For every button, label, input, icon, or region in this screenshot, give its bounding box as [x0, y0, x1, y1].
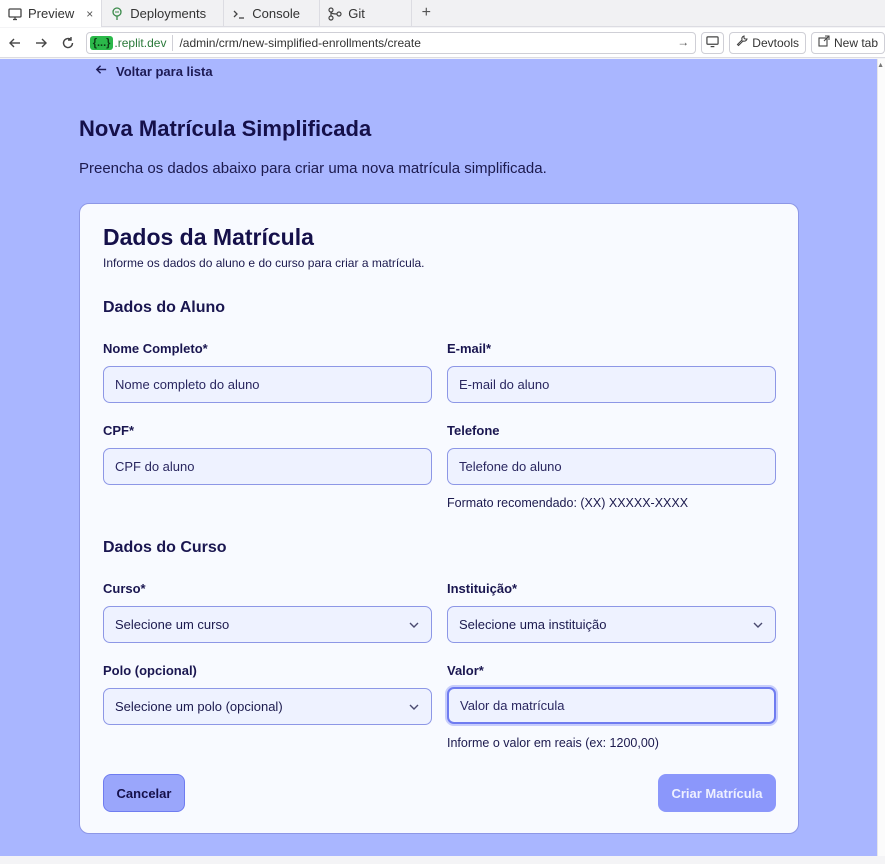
chevron-down-icon [408, 701, 420, 713]
terminal-icon [232, 7, 246, 21]
campus-select[interactable]: Selecione um polo (opcional) [103, 688, 432, 725]
devtools-button[interactable]: Devtools [729, 31, 806, 54]
cpf-label: CPF* [103, 423, 135, 438]
page-subtitle: Preencha os dados abaixo para criar uma … [79, 160, 547, 177]
course-select-value: Selecione um curso [115, 617, 230, 632]
monitor-icon [706, 35, 719, 51]
email-label: E-mail* [447, 341, 492, 356]
scrollbar[interactable] [877, 59, 885, 856]
device-preview-button[interactable] [701, 31, 725, 54]
tab-label: Console [252, 6, 300, 21]
institution-select[interactable]: Selecione uma instituição [447, 606, 776, 643]
wrench-icon [736, 35, 749, 50]
tab-label: Deployments [130, 6, 207, 21]
enrollment-form-card: Dados da Matrícula Informe os dados do a… [79, 203, 799, 834]
external-link-icon [818, 35, 830, 50]
tab-deployments[interactable]: Deployments [102, 0, 225, 27]
go-arrow-icon[interactable]: → [677, 35, 689, 49]
forward-arrow-icon[interactable] [30, 31, 54, 55]
value-label: Valor* [447, 663, 484, 678]
phone-hint: Formato recomendado: (XX) XXXXX-XXXX [447, 496, 689, 510]
git-icon [328, 6, 342, 21]
create-enrollment-button[interactable]: Criar Matrícula [658, 774, 776, 812]
name-label: Nome Completo* [103, 341, 208, 356]
open-new-tab-button[interactable]: New tab [810, 31, 885, 54]
chevron-down-icon [752, 619, 764, 631]
institution-label: Instituição* [447, 581, 518, 596]
tab-preview[interactable]: Preview × [0, 0, 103, 27]
deploy-icon [110, 6, 124, 21]
email-input[interactable] [447, 366, 776, 403]
page-content: Voltar para lista Nova Matrícula Simplif… [0, 59, 877, 856]
tab-label: Git [348, 6, 365, 21]
name-input[interactable] [103, 366, 432, 403]
course-label: Curso* [103, 581, 146, 596]
monitor-icon [8, 7, 22, 21]
new-tab-button[interactable]: + [412, 0, 440, 26]
campus-select-value: Selecione um polo (opcional) [115, 699, 283, 714]
tab-console[interactable]: Console [224, 0, 321, 27]
value-hint: Informe o valor em reais (ex: 1200,00) [447, 736, 659, 750]
phone-label: Telefone [447, 423, 500, 438]
reload-icon[interactable] [56, 31, 80, 55]
back-to-list-link[interactable]: Voltar para lista [95, 63, 213, 79]
back-link-label: Voltar para lista [116, 63, 213, 79]
card-title: Dados da Matrícula [103, 224, 314, 250]
chevron-down-icon [408, 619, 420, 631]
tab-label: Preview [28, 6, 75, 21]
replit-badge: {...} [89, 35, 114, 50]
cancel-button[interactable]: Cancelar [103, 774, 185, 812]
card-description: Informe os dados do aluno e do curso par… [103, 256, 425, 270]
devtools-label: Devtools [752, 35, 799, 50]
scroll-up-icon[interactable]: ▲ [877, 62, 884, 69]
browser-url-bar: {...} .replit.dev /admin/crm/new-simplif… [0, 28, 885, 58]
url-domain: .replit.dev [114, 35, 167, 50]
arrow-left-icon [95, 63, 108, 79]
tab-git[interactable]: Git [320, 0, 413, 27]
course-select[interactable]: Selecione um curso [103, 606, 432, 643]
url-path: /admin/crm/new-simplified-enrollments/cr… [179, 35, 421, 50]
value-input[interactable] [447, 687, 776, 724]
student-section-title: Dados do Aluno [103, 299, 226, 316]
page-title: Nova Matrícula Simplificada [79, 116, 372, 141]
cpf-input[interactable] [103, 448, 432, 485]
course-section-title: Dados do Curso [103, 539, 227, 556]
new-tab-label: New tab [833, 35, 879, 50]
close-icon[interactable]: × [86, 7, 93, 21]
url-divider [172, 34, 174, 51]
address-bar[interactable]: {...} .replit.dev /admin/crm/new-simplif… [85, 31, 697, 54]
browser-tab-bar: Preview × Deployments Console Git + [0, 0, 885, 27]
back-arrow-icon[interactable] [3, 31, 27, 55]
institution-select-value: Selecione uma instituição [459, 617, 607, 632]
campus-label: Polo (opcional) [103, 663, 197, 678]
phone-input[interactable] [447, 448, 776, 485]
